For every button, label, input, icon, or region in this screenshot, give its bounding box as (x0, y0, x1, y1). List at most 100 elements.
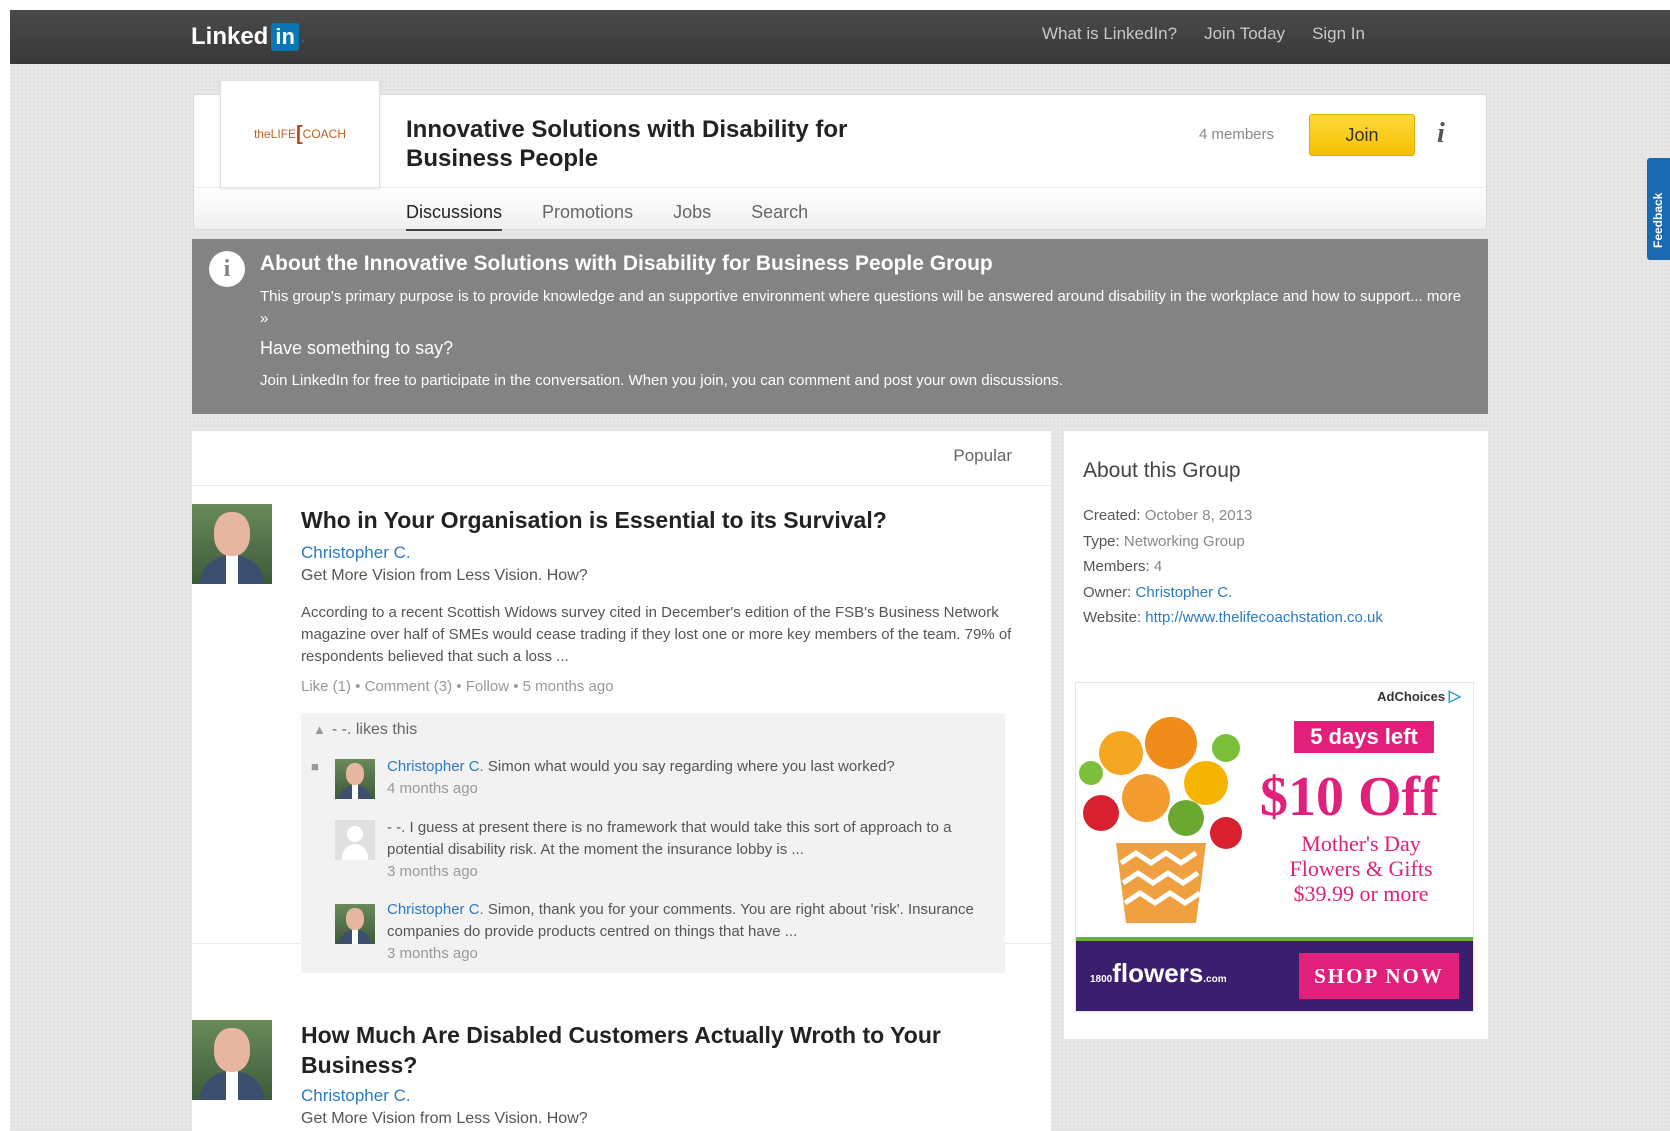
avatar-shirt (352, 929, 358, 944)
website-label: Website: (1083, 609, 1142, 626)
comment-time: 4 months ago (387, 780, 478, 797)
group-tabs: Discussions Promotions Jobs Search (406, 202, 808, 231)
members-value: 4 (1153, 558, 1163, 575)
discussion-body: According to a recent Scottish Widows su… (301, 604, 1012, 665)
owner-label: Owner: (1083, 583, 1132, 601)
tab-search[interactable]: Search (751, 202, 808, 231)
author-tagline: Get More Vision from Less Vision. How? (301, 1110, 588, 1127)
likes-text: - -. likes this (331, 721, 418, 738)
adchoices-text: AdChoices (1377, 689, 1446, 704)
group-title: Innovative Solutions with Disability for… (406, 116, 848, 172)
commenter-avatar[interactable] (335, 759, 375, 799)
likes-row: ▲ - -. likes this (313, 721, 417, 739)
about-description-text: This group's primary purpose is to provi… (260, 288, 1423, 305)
type-label: Type: (1083, 532, 1120, 550)
nav-what-is-linkedin[interactable]: What is LinkedIn? (1042, 24, 1177, 44)
top-nav-links: What is LinkedIn? Join Today Sign In (1042, 24, 1365, 44)
comment-text: I guess at present there is no framework… (387, 819, 952, 858)
logo-in: in (271, 23, 299, 51)
about-banner-title: About the Innovative Solutions with Disa… (260, 252, 993, 275)
shop-now-button[interactable]: SHOP NOW (1299, 953, 1459, 999)
feedback-label: Feedback (1651, 192, 1665, 248)
type-row: Type: Networking Group (1083, 529, 1383, 555)
discussion-meta[interactable]: Like (1) • Comment (3) • Follow • 5 mont… (301, 678, 614, 695)
author-avatar[interactable] (192, 504, 272, 584)
members-label: Members: (1083, 558, 1150, 575)
avatar-shirt (226, 1070, 238, 1100)
comment-item: Christopher C. Simon what would you say … (387, 756, 992, 800)
about-group-details: Created: October 8, 2013 Type: Networkin… (1083, 503, 1383, 631)
comment-author[interactable]: Christopher C. (387, 901, 484, 918)
placeholder-head (347, 826, 363, 842)
logo-dot: . (300, 29, 305, 45)
comment-time: 3 months ago (387, 945, 478, 962)
website-link[interactable]: http://www.thelifecoachstation.co.uk (1145, 609, 1383, 626)
discussion-title[interactable]: Who in Your Organisation is Essential to… (301, 505, 887, 535)
created-row: Created: October 8, 2013 (1083, 503, 1383, 529)
linkedin-logo[interactable]: Linked in. (191, 22, 305, 52)
adchoices-icon: ▷ (1448, 688, 1461, 705)
tab-discussions[interactable]: Discussions (406, 202, 503, 231)
brand-name: flowers (1112, 958, 1204, 988)
discussion-author[interactable]: Christopher C. (301, 543, 411, 563)
nav-sign-in[interactable]: Sign In (1312, 24, 1365, 44)
about-group-heading: About this Group (1083, 459, 1241, 482)
author-tagline: Get More Vision from Less Vision. How? (301, 567, 588, 584)
group-logo-bracket: [ (296, 122, 303, 145)
info-icon[interactable]: i (1437, 118, 1445, 150)
join-prompt-text: Join LinkedIn for free to participate in… (260, 372, 1063, 389)
avatar-face (214, 512, 250, 556)
comment-text: Simon what would you say regarding where… (487, 758, 895, 775)
offer-line1: Mother's Day (1301, 831, 1421, 856)
brand-logo: 1800flowers.com (1090, 958, 1227, 989)
comment-item: Christopher C. Simon, thank you for your… (387, 899, 992, 965)
created-value: October 8, 2013 (1144, 507, 1253, 524)
flower-bouquet-image (1079, 717, 1242, 923)
avatar-shirt (226, 554, 238, 584)
group-logo[interactable]: theLIFE [ COACH (220, 80, 380, 188)
comment-author[interactable]: - -. (387, 819, 405, 836)
comment-time: 3 months ago (387, 863, 478, 880)
thumbs-up-icon: ▲ (313, 722, 326, 737)
logo-text: Linked (191, 23, 269, 50)
brand-suffix: .com (1203, 974, 1227, 985)
owner-row: Owner: Christopher C. (1083, 580, 1383, 606)
sort-bar: Popular (192, 431, 1051, 486)
commenter-avatar[interactable] (335, 904, 375, 944)
type-value: Networking Group (1123, 532, 1245, 550)
about-group-banner: i About the Innovative Solutions with Di… (192, 239, 1488, 414)
sort-popular[interactable]: Popular (953, 446, 1012, 466)
comment-author[interactable]: Christopher C. (387, 758, 484, 775)
adchoices-label[interactable]: AdChoices ▷ (1377, 686, 1461, 706)
offer-line2: Flowers & Gifts (1289, 856, 1433, 881)
info-circle-icon: i (209, 251, 245, 287)
feedback-tab[interactable]: Feedback (1647, 158, 1670, 260)
days-left-badge: 5 days left (1294, 721, 1434, 753)
advertisement[interactable]: AdChoices ▷ 5 days left $10 Off Mother's… (1075, 682, 1474, 1012)
about-banner-description: This group's primary purpose is to provi… (260, 286, 1470, 330)
nav-join-today[interactable]: Join Today (1204, 24, 1285, 44)
author-avatar[interactable] (192, 1020, 272, 1100)
tab-jobs[interactable]: Jobs (673, 202, 711, 231)
discussion-title[interactable]: How Much Are Disabled Customers Actually… (301, 1020, 1001, 1080)
owner-link[interactable]: Christopher C. (1136, 584, 1233, 601)
offer-line3: $39.99 or more (1293, 881, 1429, 906)
join-button[interactable]: Join (1309, 114, 1415, 156)
group-logo-text: theLIFE (253, 127, 296, 141)
offer-text: $10 Off (1260, 766, 1439, 828)
comment-item: - -. I guess at present there is no fram… (387, 817, 992, 883)
commenter-avatar-placeholder[interactable] (335, 820, 375, 860)
corner-mark (1634, 10, 1670, 20)
tab-promotions[interactable]: Promotions (542, 202, 633, 231)
created-label: Created: (1083, 507, 1141, 524)
tabs-background (194, 187, 1486, 229)
placeholder-body (342, 844, 368, 860)
comment-bubble-icon: ■ (311, 759, 319, 774)
members-row: Members: 4 (1083, 554, 1383, 580)
have-something-heading: Have something to say? (260, 338, 454, 358)
member-count[interactable]: 4 members (1199, 126, 1274, 143)
offer-details: Mother's Day Flowers & Gifts $39.99 or m… (1246, 831, 1473, 906)
ad-footer: 1800flowers.com SHOP NOW (1076, 941, 1473, 1011)
discussion-author[interactable]: Christopher C. (301, 1086, 411, 1106)
group-logo-coach: COACH (302, 127, 347, 141)
